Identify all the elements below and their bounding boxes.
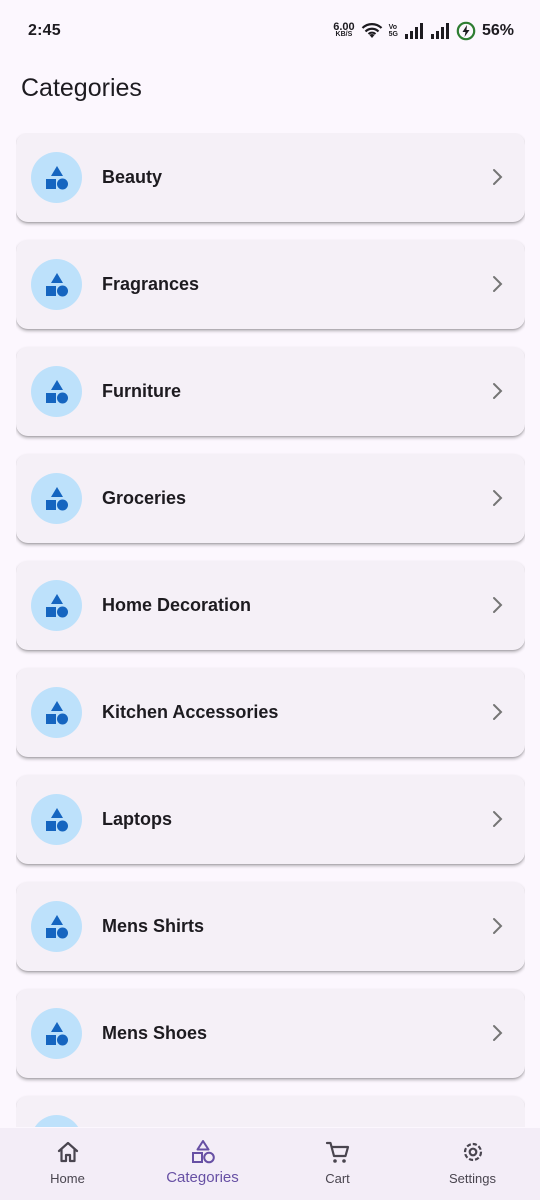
- category-avatar: [31, 1115, 82, 1127]
- volte-indicator: Vo 5G: [389, 24, 398, 38]
- net-speed-value: 6.00: [333, 21, 355, 33]
- battery-charging-icon: [456, 21, 476, 41]
- nav-categories-label: Categories: [166, 1169, 239, 1186]
- nav-cart-label: Cart: [325, 1171, 350, 1186]
- chevron-right-icon: [493, 276, 503, 292]
- category-card-groceries[interactable]: Groceries: [16, 454, 525, 543]
- category-shapes-icon: [45, 165, 68, 189]
- category-shapes-icon: [43, 1127, 71, 1128]
- volte-bottom: 5G: [388, 31, 398, 38]
- category-label: Groceries: [102, 488, 187, 508]
- category-label: Furniture: [102, 381, 181, 401]
- category-avatar: [31, 580, 82, 631]
- category-avatar: [31, 259, 82, 310]
- category-shapes-icon: [45, 486, 68, 510]
- nav-home-label: Home: [50, 1171, 85, 1186]
- category-card-partial[interactable]: [16, 1096, 525, 1127]
- category-shapes-icon: [45, 1021, 68, 1045]
- category-label: Mens Shoes: [102, 1023, 208, 1043]
- category-card-fragrances[interactable]: Fragrances: [16, 240, 525, 329]
- chevron-right-icon: [493, 918, 503, 934]
- status-bar: 2:45 6.00 KB/S Vo 5G 56%: [0, 0, 540, 62]
- category-label: Fragrances: [102, 274, 200, 294]
- category-icon: [191, 1140, 215, 1164]
- category-card-mens-shoes[interactable]: Mens Shoes: [16, 989, 525, 1078]
- nav-home[interactable]: Home: [0, 1128, 135, 1200]
- signal-icon-2: [430, 23, 449, 39]
- nav-settings[interactable]: Settings: [405, 1128, 540, 1200]
- chevron-right-icon: [493, 704, 503, 720]
- category-label: Kitchen Accessories: [102, 702, 279, 722]
- category-avatar: [31, 1008, 82, 1059]
- page-title: Categories: [21, 74, 142, 102]
- net-speed-unit: KB/S: [335, 31, 353, 38]
- chevron-right-icon: [493, 597, 503, 613]
- category-card-home-decoration[interactable]: Home Decoration: [16, 561, 525, 650]
- settings-icon: [463, 1142, 482, 1162]
- status-time: 2:45: [28, 22, 61, 39]
- cart-icon: [325, 1141, 349, 1163]
- category-label: Mens Shirts: [102, 916, 205, 936]
- wifi-icon: [361, 23, 382, 38]
- category-label: Home Decoration: [102, 595, 252, 615]
- home-icon: [57, 1141, 78, 1163]
- category-shapes-icon: [45, 272, 68, 296]
- category-card-furniture[interactable]: Furniture: [16, 347, 525, 436]
- chevron-right-icon: [493, 490, 503, 506]
- chevron-right-icon: [493, 1025, 503, 1041]
- category-shapes-icon: [45, 593, 68, 617]
- status-icons: 6.00 KB/S Vo 5G 56%: [333, 21, 514, 41]
- nav-categories[interactable]: Categories: [135, 1128, 270, 1200]
- category-avatar: [31, 152, 82, 203]
- category-avatar: [31, 901, 82, 952]
- category-card-mens-shirts[interactable]: Mens Shirts: [16, 882, 525, 971]
- nav-cart[interactable]: Cart: [270, 1128, 405, 1200]
- battery-percent: 56%: [481, 22, 514, 39]
- nav-settings-label: Settings: [449, 1171, 496, 1186]
- chevron-right-icon: [493, 169, 503, 185]
- category-card-beauty[interactable]: Beauty: [16, 133, 525, 222]
- signal-icon: [404, 23, 423, 39]
- category-card-laptops[interactable]: Laptops: [16, 775, 525, 864]
- category-shapes-icon: [45, 379, 68, 403]
- chevron-right-icon: [493, 811, 503, 827]
- category-avatar: [31, 366, 82, 417]
- category-avatar: [31, 794, 82, 845]
- category-shapes-icon: [45, 914, 68, 938]
- net-speed: 6.00 KB/S: [333, 21, 355, 39]
- volte-top: Vo: [388, 24, 398, 31]
- category-label: Laptops: [102, 809, 172, 829]
- chevron-right-icon: [493, 383, 503, 399]
- category-card-kitchen-accessories[interactable]: Kitchen Accessories: [16, 668, 525, 757]
- category-shapes-icon: [45, 807, 68, 831]
- category-shapes-icon: [45, 700, 68, 724]
- category-avatar: [31, 687, 82, 738]
- category-label: Beauty: [102, 167, 163, 187]
- bottom-navigation: Home Categories Cart Settings: [0, 1128, 540, 1200]
- category-list[interactable]: Beauty Fragrances Furniture Groceries Ho…: [16, 133, 525, 1127]
- category-avatar: [31, 473, 82, 524]
